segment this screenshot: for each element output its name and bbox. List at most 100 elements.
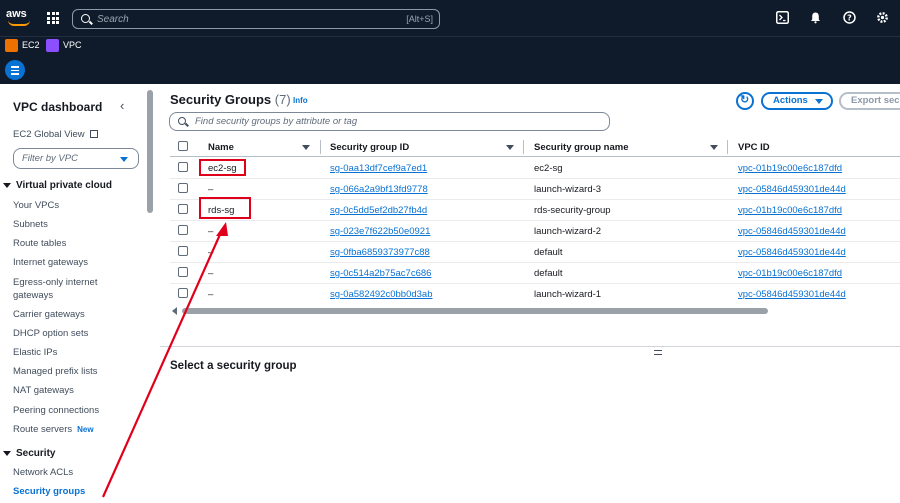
security-group-name-cell: launch-wizard-1 [534,289,602,300]
row-checkbox[interactable] [178,225,188,235]
vpc-shortcut[interactable]: VPC [46,38,82,52]
vpc-id-link[interactable]: vpc-01b19c00e6c187dfd [738,163,842,174]
row-checkbox[interactable] [178,204,188,214]
ec2-shortcut[interactable]: EC2 [5,38,40,52]
resize-handle-icon[interactable] [654,350,662,355]
sidebar-item-carrier-gateways[interactable]: Carrier gateways [13,309,85,320]
global-view-label: EC2 Global View [13,129,85,140]
row-name-cell: – [208,226,214,237]
sidebar-item-dhcp-option-sets[interactable]: DHCP option sets [13,328,88,339]
vpc-shortcut-label: VPC [63,40,82,50]
security-group-id-link[interactable]: sg-066a2a9bf13fd9778 [330,184,428,195]
row-name-cell: – [208,184,214,195]
row-checkbox[interactable] [178,288,188,298]
security-group-id-link[interactable]: sg-0a582492c0bb0d3ab [330,289,432,300]
sidebar-scrollbar[interactable] [147,90,153,213]
search-shortcut: [Alt+S] [406,14,433,24]
actions-button[interactable]: Actions [761,92,833,110]
vpc-filter-select[interactable]: Filter by VPC [13,148,139,169]
aws-logo-text: aws [6,8,27,20]
svg-text:?: ? [847,14,852,23]
global-search-input[interactable]: Search [Alt+S] [72,9,440,29]
row-divider [170,241,900,242]
highlight-box-rds-sg [199,197,251,219]
column-header-vpc-id[interactable]: VPC ID [738,142,770,153]
sidebar-item-network-acls[interactable]: Network ACLs [13,467,73,478]
vpc-id-link[interactable]: vpc-05846d459301de44d [738,289,846,300]
sidebar-item-your-vpcs[interactable]: Your VPCs [13,200,59,211]
sidebar-item-security-groups[interactable]: Security groups [13,486,85,497]
caret-down-icon [3,182,11,188]
column-header-name[interactable]: Name [208,142,234,153]
sidebar-item-route-servers[interactable]: Route servers New [13,424,94,435]
vpc-filter-placeholder: Filter by VPC [22,153,78,164]
vpc-id-link[interactable]: vpc-01b19c00e6c187dfd [738,268,842,279]
row-checkbox[interactable] [178,246,188,256]
vpc-id-link[interactable]: vpc-05846d459301de44d [738,226,846,237]
table-horizontal-scrollbar[interactable] [182,308,768,314]
row-divider [170,283,900,284]
column-divider[interactable] [320,140,321,154]
security-group-id-link[interactable]: sg-0c5dd5ef2db27fb4d [330,205,427,216]
sidebar-item-egress-only-1[interactable]: Egress-only internet [13,277,97,288]
sidebar-item-internet-gateways[interactable]: Internet gateways [13,257,88,268]
services-grid-icon[interactable] [47,12,59,24]
close-sidebar-icon[interactable]: ‹ [120,98,124,113]
scroll-left-icon[interactable] [172,307,177,315]
info-link[interactable]: Info [293,96,308,105]
search-icon [81,14,90,23]
filter-caret-icon[interactable] [506,145,514,150]
security-group-name-cell: default [534,268,563,279]
security-group-id-link[interactable]: sg-0c514a2b75ac7c686 [330,268,431,279]
search-placeholder: Search [97,14,129,25]
export-button[interactable]: Export secu [839,92,900,110]
sidebar-title[interactable]: VPC dashboard [13,100,102,114]
sidebar-item-nat-gateways[interactable]: NAT gateways [13,385,74,396]
sidebar-item-egress-only-2[interactable]: gateways [13,290,53,301]
sidebar-item-peering-connections[interactable]: Peering connections [13,405,99,416]
highlight-box-ec2-sg [199,159,246,176]
actions-label: Actions [773,95,808,106]
menu-toggle-button[interactable] [5,60,25,80]
refresh-button[interactable] [736,92,754,110]
security-group-id-link[interactable]: sg-0aa13df7cef9a7ed1 [330,163,427,174]
select-all-checkbox[interactable] [178,141,188,151]
filter-caret-icon[interactable] [302,145,310,150]
security-group-name-cell: ec2-sg [534,163,563,174]
sidebar-item-managed-prefix-lists[interactable]: Managed prefix lists [13,366,97,377]
security-group-id-link[interactable]: sg-023e7f622b50e0921 [330,226,430,237]
terminal-icon[interactable] [775,11,789,25]
external-link-icon [90,130,99,138]
row-divider [170,199,900,200]
ec2-shortcut-label: EC2 [22,40,40,50]
column-header-security-group-id[interactable]: Security group ID [330,142,409,153]
bell-icon[interactable] [808,11,822,25]
vpc-id-link[interactable]: vpc-05846d459301de44d [738,247,846,258]
section-security[interactable]: Security [3,448,55,459]
help-icon[interactable]: ? [842,11,856,25]
row-checkbox[interactable] [178,162,188,172]
column-divider[interactable] [727,140,728,154]
vpc-id-link[interactable]: vpc-05846d459301de44d [738,184,846,195]
sidebar-item-route-tables[interactable]: Route tables [13,238,66,249]
section-virtual-private-cloud[interactable]: Virtual private cloud [3,180,112,191]
row-checkbox[interactable] [178,183,188,193]
gear-icon[interactable] [875,11,889,25]
aws-logo[interactable]: aws [6,8,32,28]
page-title-text: Security Groups [170,92,272,107]
vpc-id-link[interactable]: vpc-01b19c00e6c187dfd [738,205,842,216]
row-divider [170,178,900,179]
security-group-search-input[interactable]: Find security groups by attribute or tag [169,112,610,131]
chevron-down-icon [120,157,128,162]
row-name-cell: – [208,247,214,258]
security-group-id-link[interactable]: sg-0fba6859373977c88 [330,247,430,258]
sidebar-item-global-view[interactable]: EC2 Global View [13,129,99,140]
row-checkbox[interactable] [178,267,188,277]
security-group-search-placeholder: Find security groups by attribute or tag [195,116,358,127]
sidebar-item-elastic-ips[interactable]: Elastic IPs [13,347,57,358]
filter-caret-icon[interactable] [710,145,718,150]
column-divider[interactable] [523,140,524,154]
sidebar-item-subnets[interactable]: Subnets [13,219,48,230]
security-group-name-cell: rds-security-group [534,205,611,216]
column-header-security-group-name[interactable]: Security group name [534,142,629,153]
